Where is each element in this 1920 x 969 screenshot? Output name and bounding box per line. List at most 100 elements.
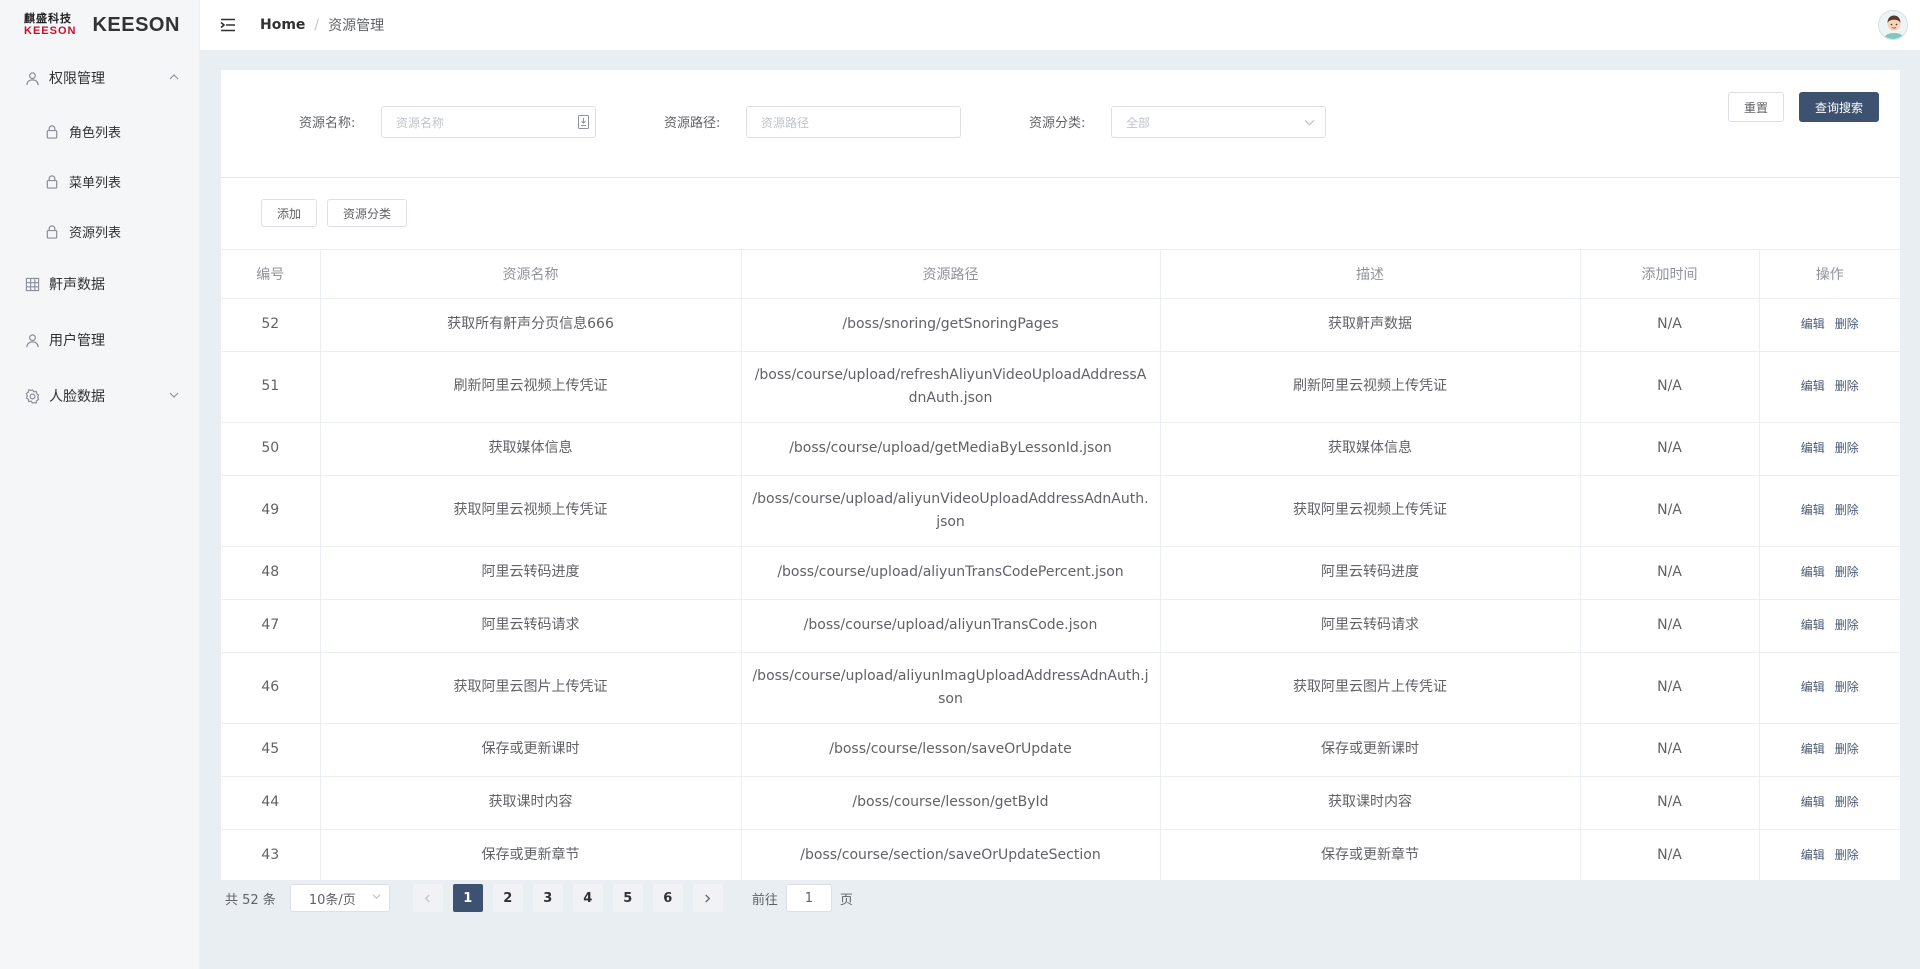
cell-name: 获取阿里云图片上传凭证 — [320, 652, 742, 724]
cell-ops: 编辑 删除 — [1759, 422, 1900, 476]
breadcrumb-separator: / — [314, 17, 320, 33]
delete-link[interactable]: 删除 — [1835, 795, 1859, 809]
cell-id: 50 — [221, 422, 321, 476]
collapse-menu-icon[interactable] — [218, 15, 238, 35]
prev-page-button[interactable] — [412, 884, 443, 912]
sidebar-item-face-data[interactable]: 人脸数据 — [0, 368, 199, 424]
cell-desc: 刷新阿里云视频上传凭证 — [1160, 351, 1581, 423]
table-row: 43 保存或更新章节 /boss/course/section/saveOrUp… — [221, 829, 1900, 883]
sidebar: 麒盛科技 KEESON KEESON 权限管理 角色列表 菜单列表 资源列表 鼾… — [0, 0, 200, 969]
cell-desc: 阿里云转码请求 — [1160, 599, 1581, 653]
resource-category-button[interactable]: 资源分类 — [327, 199, 407, 227]
edit-link[interactable]: 编辑 — [1801, 795, 1825, 809]
sidebar-item-label: 资源列表 — [69, 225, 122, 241]
lock-icon — [44, 223, 60, 239]
edit-link[interactable]: 编辑 — [1801, 503, 1825, 517]
delete-link[interactable]: 删除 — [1835, 742, 1859, 756]
table-row: 48 阿里云转码进度 /boss/course/upload/aliyunTra… — [221, 546, 1900, 600]
cell-time: N/A — [1580, 546, 1760, 600]
sidebar-item-resource-list[interactable]: 资源列表 — [0, 206, 199, 256]
add-button[interactable]: 添加 — [261, 199, 317, 227]
page-button[interactable]: 4 — [572, 884, 603, 912]
page-button[interactable]: 6 — [652, 884, 683, 912]
edit-link[interactable]: 编辑 — [1801, 565, 1825, 579]
resource-name-input[interactable]: 资源名称 — [381, 106, 596, 138]
sidebar-item-role-list[interactable]: 角色列表 — [0, 106, 199, 156]
reset-button[interactable]: 重置 — [1728, 92, 1784, 122]
cell-time: N/A — [1580, 652, 1760, 724]
edit-link[interactable]: 编辑 — [1801, 618, 1825, 632]
delete-link[interactable]: 删除 — [1835, 503, 1859, 517]
sidebar-item-menu-list[interactable]: 菜单列表 — [0, 156, 199, 206]
table-header-row: 编号 资源名称 资源路径 描述 添加时间 操作 — [221, 250, 1900, 299]
chevron-down-icon — [372, 892, 381, 904]
cell-name: 保存或更新课时 — [320, 723, 742, 777]
query-search-button[interactable]: 查询搜索 — [1799, 92, 1879, 122]
cell-name: 保存或更新章节 — [320, 829, 742, 883]
input-suffix-icon — [578, 115, 589, 132]
search-form: 资源名称: 资源名称 资源路径: 资源路径 资源分类: 全部 重置 查询搜索 — [221, 70, 1900, 178]
cell-ops: 编辑 删除 — [1759, 298, 1900, 352]
delete-link[interactable]: 删除 — [1835, 680, 1859, 694]
page-button[interactable]: 3 — [532, 884, 563, 912]
page-button[interactable]: 1 — [452, 884, 483, 912]
delete-link[interactable]: 删除 — [1835, 379, 1859, 393]
cell-desc: 保存或更新课时 — [1160, 723, 1581, 777]
delete-link[interactable]: 删除 — [1835, 441, 1859, 455]
page-button[interactable]: 2 — [492, 884, 523, 912]
cell-id: 46 — [221, 652, 321, 724]
resource-category-value: 全部 — [1126, 115, 1151, 130]
sidebar-item-permissions[interactable]: 权限管理 — [0, 50, 199, 106]
cell-ops: 编辑 删除 — [1759, 599, 1900, 653]
edit-link[interactable]: 编辑 — [1801, 317, 1825, 331]
delete-link[interactable]: 删除 — [1835, 618, 1859, 632]
delete-link[interactable]: 删除 — [1835, 848, 1859, 862]
edit-link[interactable]: 编辑 — [1801, 848, 1825, 862]
cell-desc: 保存或更新章节 — [1160, 829, 1581, 883]
edit-link[interactable]: 编辑 — [1801, 441, 1825, 455]
page-jumper: 前往 1 页 — [752, 884, 853, 912]
table-row: 47 阿里云转码请求 /boss/course/upload/aliyunTra… — [221, 599, 1900, 653]
goto-prefix: 前往 — [751, 892, 778, 908]
table-row: 44 获取课时内容 /boss/course/lesson/getById 获取… — [221, 776, 1900, 830]
edit-link[interactable]: 编辑 — [1801, 379, 1825, 393]
page-size-select[interactable]: 10条/页 — [289, 884, 390, 912]
avatar[interactable] — [1878, 10, 1908, 40]
cell-id: 47 — [221, 599, 321, 653]
resource-category-label: 资源分类: — [1029, 116, 1086, 131]
settings-icon — [24, 388, 40, 404]
resource-table: 编号 资源名称 资源路径 描述 添加时间 操作 52 获取所有鼾声分页信息666… — [221, 250, 1900, 883]
cell-desc: 获取鼾声数据 — [1160, 298, 1581, 352]
breadcrumb-home[interactable]: Home — [260, 17, 305, 33]
delete-link[interactable]: 删除 — [1835, 565, 1859, 579]
delete-link[interactable]: 删除 — [1835, 317, 1859, 331]
sidebar-item-user-management[interactable]: 用户管理 — [0, 312, 199, 368]
cell-ops: 编辑 删除 — [1759, 652, 1900, 724]
edit-link[interactable]: 编辑 — [1801, 680, 1825, 694]
chevron-down-icon — [169, 390, 179, 403]
cell-path: /boss/course/upload/aliyunTransCode.json — [741, 599, 1161, 653]
resource-name-placeholder: 资源名称 — [396, 115, 445, 130]
logo[interactable]: 麒盛科技 KEESON KEESON — [0, 0, 199, 50]
sidebar-item-snoring-data[interactable]: 鼾声数据 — [0, 256, 199, 312]
cell-path: /boss/course/upload/getMediaByLessonId.j… — [741, 422, 1161, 476]
header-ops: 操作 — [1759, 250, 1900, 299]
cell-time: N/A — [1580, 776, 1760, 830]
cell-time: N/A — [1580, 599, 1760, 653]
resource-path-input[interactable]: 资源路径 — [746, 106, 961, 138]
header-desc: 描述 — [1160, 250, 1581, 299]
cell-time: N/A — [1580, 475, 1760, 547]
cell-name: 获取阿里云视频上传凭证 — [320, 475, 742, 547]
cell-name: 获取所有鼾声分页信息666 — [320, 298, 742, 352]
sidebar-menu: 权限管理 角色列表 菜单列表 资源列表 鼾声数据 用户管理 人脸数据 — [0, 50, 199, 424]
breadcrumb: Home / 资源管理 — [260, 15, 384, 35]
edit-link[interactable]: 编辑 — [1801, 742, 1825, 756]
cell-ops: 编辑 删除 — [1759, 475, 1900, 547]
goto-page-input[interactable]: 1 — [785, 884, 832, 912]
table-row: 51 刷新阿里云视频上传凭证 /boss/course/upload/refre… — [221, 351, 1900, 423]
next-page-button[interactable] — [692, 884, 723, 912]
page-button[interactable]: 5 — [612, 884, 643, 912]
resource-category-select[interactable]: 全部 — [1111, 106, 1326, 138]
cell-path: /boss/course/upload/refreshAliyunVideoUp… — [741, 351, 1161, 423]
cell-id: 44 — [221, 776, 321, 830]
